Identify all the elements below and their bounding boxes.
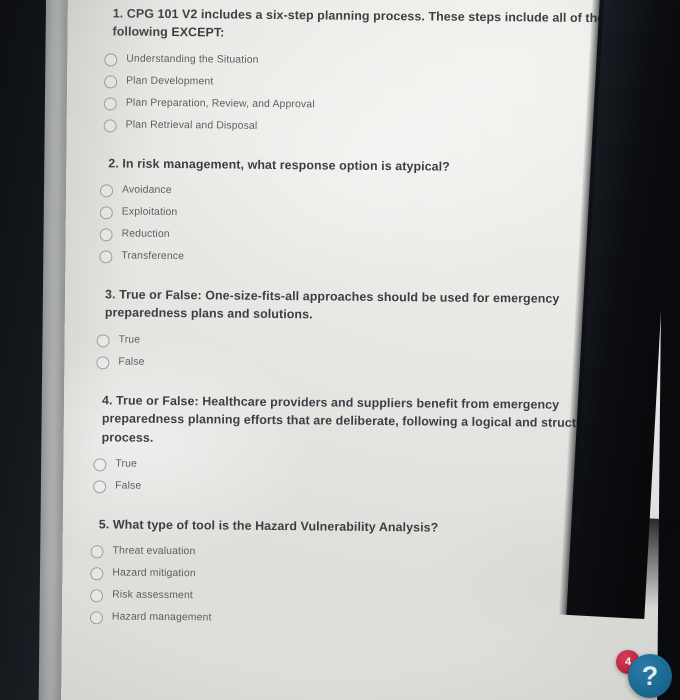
radio-button-icon[interactable] xyxy=(103,119,117,133)
option-row-5-3[interactable]: Risk assessment xyxy=(90,589,628,607)
option-label-4-2: False xyxy=(115,480,142,492)
option-label-5-4: Hazard management xyxy=(111,611,212,624)
option-row-5-4[interactable]: Hazard management xyxy=(89,611,628,629)
radio-button-icon[interactable] xyxy=(104,75,118,89)
radio-button-icon[interactable] xyxy=(90,545,104,559)
radio-button-icon[interactable] xyxy=(93,458,107,472)
option-label-1-1: Understanding the Situation xyxy=(126,53,259,66)
quiz-question-list: 1. CPG 101 V2 includes a six-step planni… xyxy=(89,0,634,652)
option-label-3-2: False xyxy=(118,356,145,368)
option-row-1-3[interactable]: Plan Preparation, Review, and Approval xyxy=(103,97,633,115)
option-row-2-3[interactable]: Reduction xyxy=(99,228,632,246)
option-row-4-2[interactable]: False xyxy=(93,480,629,498)
radio-button-icon[interactable] xyxy=(90,589,104,603)
help-widget[interactable]: 4 ? xyxy=(602,642,674,698)
option-label-5-3: Risk assessment xyxy=(112,589,193,602)
option-row-5-1[interactable]: Threat evaluation xyxy=(90,545,629,563)
option-row-2-1[interactable]: Avoidance xyxy=(99,184,632,202)
option-label-5-2: Hazard mitigation xyxy=(112,567,196,580)
option-label-2-4: Transference xyxy=(121,250,185,263)
radio-button-icon[interactable] xyxy=(99,228,113,242)
option-row-2-4[interactable]: Transference xyxy=(99,250,631,268)
option-row-1-2[interactable]: Plan Development xyxy=(104,75,633,93)
question-text-5: 5. What type of tool is the Hazard Vulne… xyxy=(98,517,439,535)
radio-button-icon[interactable] xyxy=(89,611,103,625)
question-block-5: 5. What type of tool is the Hazard Vulne… xyxy=(89,515,629,630)
radio-button-icon[interactable] xyxy=(93,480,107,494)
option-row-4-1[interactable]: True xyxy=(93,458,629,476)
question-mark-icon[interactable]: ? xyxy=(628,654,672,698)
radio-button-icon[interactable] xyxy=(90,567,104,581)
radio-button-icon[interactable] xyxy=(104,53,118,67)
question-text-4: 4. True or False: Healthcare providers a… xyxy=(101,393,604,445)
option-label-1-3: Plan Preparation, Review, and Approval xyxy=(125,97,315,111)
option-row-2-2[interactable]: Exploitation xyxy=(99,206,632,224)
option-row-1-4[interactable]: Plan Retrieval and Disposal xyxy=(103,119,633,137)
right-bezel-fade xyxy=(615,516,680,610)
radio-button-icon[interactable] xyxy=(99,250,113,264)
question-block-3: 3. True or False: One-size-fits-all appr… xyxy=(96,285,631,374)
option-row-1-1[interactable]: Understanding the Situation xyxy=(104,53,633,71)
radio-button-icon[interactable] xyxy=(99,184,114,198)
photograph-of-quiz-page: 1. CPG 101 V2 includes a six-step planni… xyxy=(0,0,680,700)
question-text-3: 3. True or False: One-size-fits-all appr… xyxy=(104,287,560,322)
radio-button-icon[interactable] xyxy=(96,334,110,348)
question-text-1: 1. CPG 101 V2 includes a six-step planni… xyxy=(112,6,605,40)
question-block-1: 1. CPG 101 V2 includes a six-step planni… xyxy=(103,4,634,137)
option-label-3-1: True xyxy=(118,334,141,346)
option-label-1-2: Plan Development xyxy=(126,75,214,88)
option-label-2-3: Reduction xyxy=(121,228,170,241)
option-label-4-1: True xyxy=(115,458,138,470)
question-block-2: 2. In risk management, what response opt… xyxy=(99,154,632,268)
radio-button-icon[interactable] xyxy=(99,206,113,220)
option-label-5-1: Threat evaluation xyxy=(112,545,196,558)
option-row-3-2[interactable]: False xyxy=(96,356,630,374)
option-row-5-2[interactable]: Hazard mitigation xyxy=(90,567,628,585)
option-label-1-4: Plan Retrieval and Disposal xyxy=(125,119,258,132)
option-label-2-1: Avoidance xyxy=(121,184,172,197)
question-text-2: 2. In risk management, what response opt… xyxy=(108,156,450,174)
radio-button-icon[interactable] xyxy=(96,356,110,370)
radio-button-icon[interactable] xyxy=(103,97,117,111)
option-label-2-2: Exploitation xyxy=(121,206,178,219)
option-row-3-1[interactable]: True xyxy=(96,334,631,352)
question-block-4: 4. True or False: Healthcare providers a… xyxy=(93,391,630,498)
